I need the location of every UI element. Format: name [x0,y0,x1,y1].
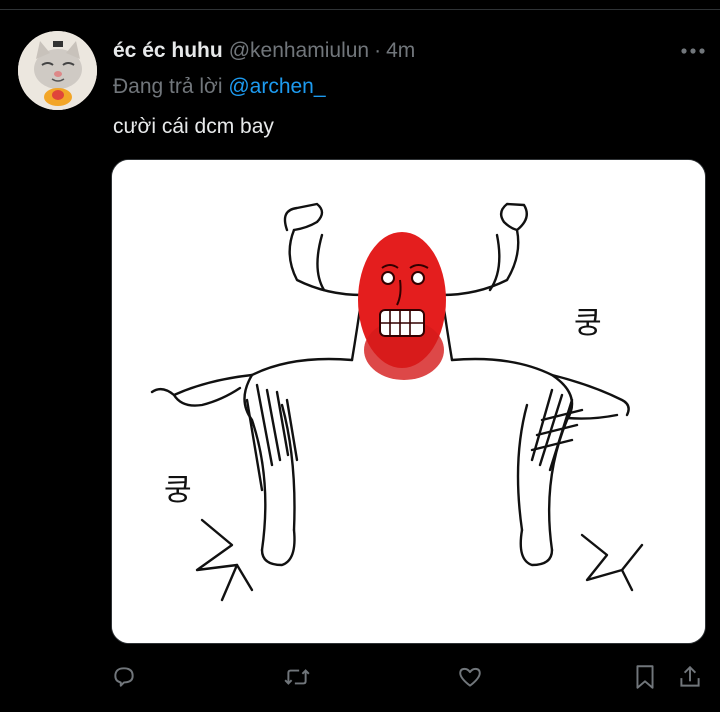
onomatopoeia-right: 쿵 [574,306,602,341]
tweet-timestamp[interactable]: 4m [386,39,415,63]
display-name[interactable]: éc éc huhu [113,39,223,63]
more-horizontal-icon [681,48,705,54]
replying-to: Đang trả lời @archen_ [113,75,326,99]
retweet-icon [284,669,310,685]
retweet-button[interactable] [280,660,314,694]
tweet-text: cười cái dcm bay [113,115,274,138]
share-icon [680,665,700,687]
heart-icon [459,667,481,687]
tweet-actions-bar [0,660,720,694]
bookmark-button[interactable] [628,660,662,694]
separator-dot: · [374,39,382,62]
replying-prefix: Đang trả lời [113,75,223,98]
replying-mention-link[interactable]: @archen_ [228,75,325,98]
tweet-media-image[interactable]: 쿵 쿵 [111,159,706,644]
reply-icon [114,667,134,687]
share-button[interactable] [673,660,707,694]
top-divider [0,0,720,10]
more-options-button[interactable] [678,38,708,64]
onomatopoeia-left: 쿵 [164,473,192,508]
user-handle[interactable]: @kenhamiulun [229,39,369,63]
reply-button[interactable] [107,660,141,694]
like-button[interactable] [453,660,487,694]
bookmark-icon [636,665,654,689]
avatar[interactable] [18,31,97,110]
